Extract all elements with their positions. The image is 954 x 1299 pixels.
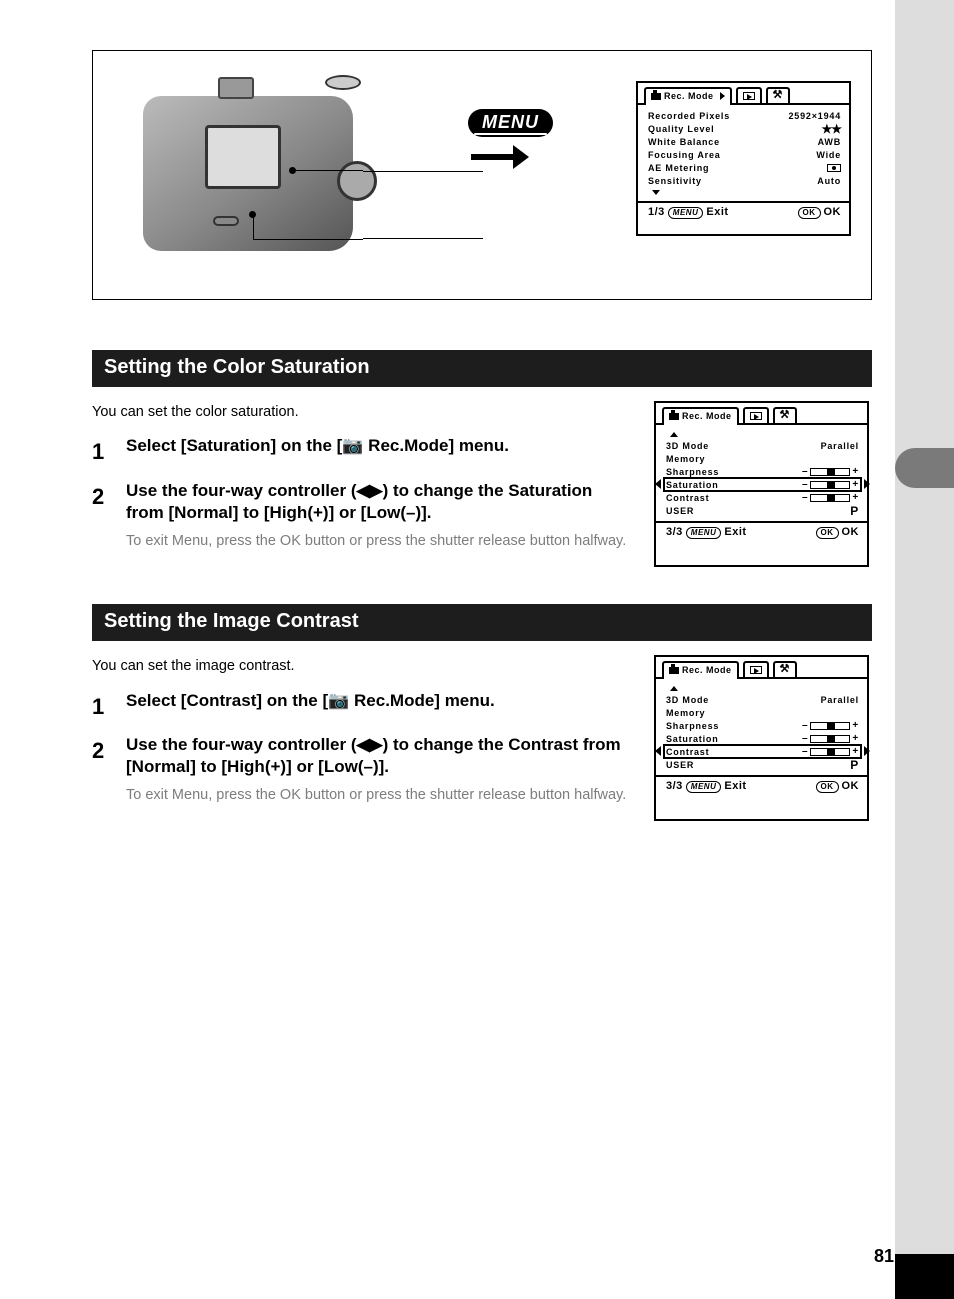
step2-body: To exit Menu, press the OK button or pre…: [126, 784, 634, 806]
tab-playback: [736, 87, 762, 103]
step2-body: To exit Menu, press the OK button or pre…: [126, 530, 634, 552]
tab-setup: ⚒: [773, 407, 797, 423]
left-arrow-icon: [655, 479, 661, 489]
page-side-thumb-tab: [895, 448, 954, 488]
camera-illustration: [143, 71, 373, 261]
chevron-right-icon: [720, 92, 725, 100]
tab-rec-mode: Rec. Mode: [644, 87, 732, 103]
tab-playback: [743, 661, 769, 677]
right-arrow-icon: [864, 479, 870, 489]
step1-title: Select [Contrast] on the [📷 Rec.Mode] me…: [126, 690, 495, 724]
up-arrow-icon: [670, 432, 678, 437]
page-side-black-corner: [895, 1254, 954, 1299]
camera-icon: [669, 667, 679, 674]
left-arrow-icon: [655, 746, 661, 756]
section-heading-contrast: Setting the Image Contrast: [92, 604, 872, 641]
tab-rec-mode: Rec. Mode: [662, 661, 739, 677]
section1-intro: You can set the color saturation.: [92, 401, 634, 423]
section-heading-saturation: Setting the Color Saturation: [92, 350, 872, 387]
hero-explanation-box: MENU Rec. Mode ⚒ Recorded Pixels2592×194…: [92, 50, 872, 300]
tab-setup: ⚒: [766, 87, 790, 103]
step2-title: Use the four-way controller (◀▶) to chan…: [126, 734, 634, 778]
step-number: 1: [92, 690, 116, 724]
section2-intro: You can set the image contrast.: [92, 655, 634, 677]
lcd-screen-saturation: Rec. Mode ⚒ 3D ModeParallel Memory Sharp…: [654, 401, 869, 567]
page-number: 81: [874, 1246, 894, 1267]
tab-rec-mode: Rec. Mode: [662, 407, 739, 423]
page-side-gray: [895, 0, 954, 1299]
step-number: 1: [92, 435, 116, 469]
playback-icon: [750, 666, 762, 674]
playback-icon: [750, 412, 762, 420]
camera-icon: [669, 413, 679, 420]
lcd-screen-contrast: Rec. Mode ⚒ 3D ModeParallel Memory Sharp…: [654, 655, 869, 821]
page-content: MENU Rec. Mode ⚒ Recorded Pixels2592×194…: [0, 0, 895, 1299]
menu-button-label: MENU: [468, 109, 553, 137]
wrench-icon: ⚒: [780, 665, 790, 675]
step2-title: Use the four-way controller (◀▶) to chan…: [126, 480, 634, 524]
wrench-icon: ⚒: [780, 411, 790, 421]
step-number: 2: [92, 734, 116, 819]
step1-title: Select [Saturation] on the [📷 Rec.Mode] …: [126, 435, 509, 469]
camera-icon: [651, 93, 661, 100]
right-arrow-icon: [864, 746, 870, 756]
down-arrow-icon: [652, 190, 660, 195]
tab-setup: ⚒: [773, 661, 797, 677]
step-number: 2: [92, 480, 116, 565]
lcd-screen-page1: Rec. Mode ⚒ Recorded Pixels2592×1944 Qua…: [636, 81, 851, 236]
wrench-icon: ⚒: [773, 91, 783, 101]
playback-icon: [743, 92, 755, 100]
tab-playback: [743, 407, 769, 423]
up-arrow-icon: [670, 686, 678, 691]
metering-icon: [827, 164, 841, 172]
